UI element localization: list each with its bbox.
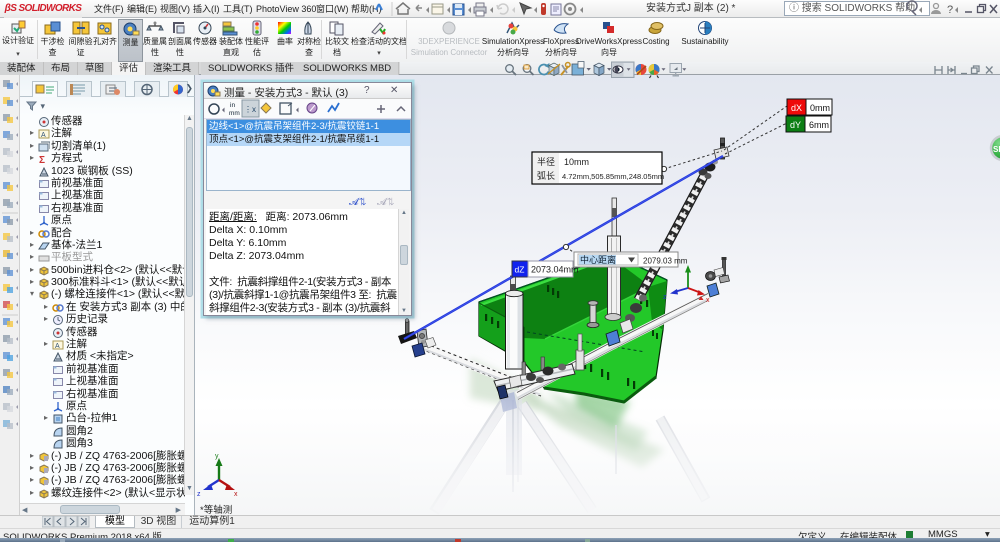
svg-text:A: A xyxy=(41,132,46,139)
svg-text:𝓐⇅: 𝓐⇅ xyxy=(377,197,395,207)
svg-text:𝓐⇅: 𝓐⇅ xyxy=(349,197,367,207)
svg-text:⋮x: ⋮x xyxy=(244,105,256,114)
svg-text:in: in xyxy=(230,102,235,109)
svg-text:mm: mm xyxy=(229,110,240,117)
svg-text:A: A xyxy=(55,343,60,350)
svg-text:?: ? xyxy=(947,4,953,16)
